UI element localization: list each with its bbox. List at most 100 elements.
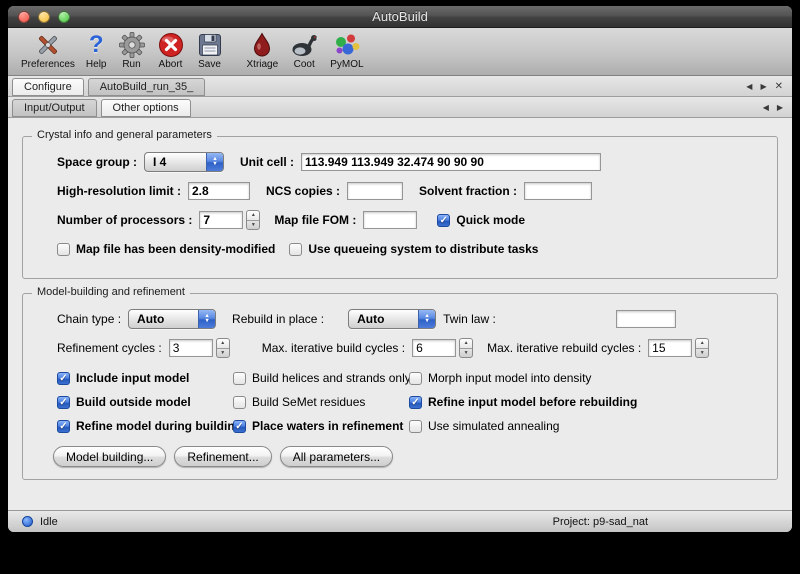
max-build-cycles-input[interactable] <box>412 339 456 357</box>
minimize-window-button[interactable] <box>38 11 50 23</box>
space-group-label: Space group : <box>57 155 137 169</box>
save-floppy-icon <box>196 30 224 60</box>
stepper-down-icon[interactable]: ▼ <box>217 349 229 358</box>
stepper-down-icon[interactable]: ▼ <box>460 349 472 358</box>
solvent-fraction-label: Solvent fraction : <box>419 184 517 198</box>
map-file-fom-label: Map file FOM : <box>274 213 356 227</box>
simulated-annealing-checkbox[interactable]: ✓ Use simulated annealing <box>409 419 763 433</box>
max-rebuild-cycles-stepper[interactable]: ▲ ▼ <box>695 338 709 358</box>
queueing-system-checkbox[interactable]: ✓ Use queueing system to distribute task… <box>289 242 538 256</box>
max-build-cycles-label: Max. iterative build cycles : <box>262 341 405 355</box>
processors-stepper[interactable]: ▲ ▼ <box>246 210 260 230</box>
refinement-button[interactable]: Refinement... <box>174 446 271 467</box>
all-parameters-button[interactable]: All parameters... <box>280 446 393 467</box>
density-modified-checkbox[interactable]: ✓ Map file has been density-modified <box>57 242 275 256</box>
checkbox-box: ✓ <box>409 396 422 409</box>
ncs-copies-label: NCS copies : <box>266 184 340 198</box>
place-waters-checkbox[interactable]: ✓ Place waters in refinement <box>233 419 409 433</box>
build-semet-residues-checkbox[interactable]: ✓ Build SeMet residues <box>233 395 409 409</box>
refine-during-building-checkbox[interactable]: ✓ Refine model during building <box>57 419 233 433</box>
close-window-button[interactable] <box>18 11 30 23</box>
morph-input-model-checkbox[interactable]: ✓ Morph input model into density <box>409 371 763 385</box>
tab-autobuild-run-35[interactable]: AutoBuild_run_35_ <box>88 78 206 96</box>
model-checkbox-grid: ✓ Include input model ✓ Build helices an… <box>57 371 763 433</box>
tab-other-options[interactable]: Other options <box>101 99 191 117</box>
checkbox-box: ✓ <box>233 420 246 433</box>
high-resolution-limit-input[interactable] <box>188 182 250 200</box>
popup-arrows-icon: ▲▼ <box>206 153 223 171</box>
queueing-system-label: Use queueing system to distribute tasks <box>308 242 538 256</box>
coot-button[interactable]: Coot <box>286 30 322 70</box>
build-outside-model-checkbox[interactable]: ✓ Build outside model <box>57 395 233 409</box>
checkbox-box: ✓ <box>57 372 70 385</box>
tab-input-output[interactable]: Input/Output <box>12 99 97 117</box>
model-building-groupbox: Model-building and refinement Chain type… <box>22 293 778 480</box>
stepper-up-icon[interactable]: ▲ <box>217 339 229 349</box>
run-button[interactable]: Run <box>115 30 149 70</box>
save-button[interactable]: Save <box>193 30 227 70</box>
space-group-select[interactable]: I 4 ▲▼ <box>144 152 224 172</box>
unit-cell-label: Unit cell : <box>240 155 294 169</box>
tab-configure[interactable]: Configure <box>12 78 84 96</box>
toolbar-label: Run <box>122 59 140 70</box>
rebuild-in-place-select[interactable]: Auto ▲▼ <box>348 309 436 329</box>
window-controls <box>18 11 70 23</box>
zoom-window-button[interactable] <box>58 11 70 23</box>
status-indicator-icon <box>22 516 33 527</box>
toolbar-label: PyMOL <box>330 59 363 70</box>
unit-cell-input[interactable] <box>301 153 601 171</box>
stepper-up-icon[interactable]: ▲ <box>696 339 708 349</box>
max-rebuild-cycles-input[interactable] <box>648 339 692 357</box>
tab-label: Input/Output <box>24 102 85 114</box>
tab-scroll-left-icon[interactable]: ◀ <box>746 82 752 91</box>
checkbox-box: ✓ <box>233 372 246 385</box>
max-build-cycles-stepper[interactable]: ▲ ▼ <box>459 338 473 358</box>
twin-law-input[interactable] <box>616 310 676 328</box>
model-building-button[interactable]: Model building... <box>53 446 166 467</box>
abort-button[interactable]: Abort <box>154 30 188 70</box>
map-file-fom-input[interactable] <box>363 211 417 229</box>
xtriage-button[interactable]: Xtriage <box>244 30 282 70</box>
tab-scroll-left-icon[interactable]: ◀ <box>763 103 769 112</box>
refine-input-model-checkbox[interactable]: ✓ Refine input model before rebuilding <box>409 395 763 409</box>
toolbar-label: Preferences <box>21 59 75 70</box>
pymol-button[interactable]: PyMOL <box>327 30 366 70</box>
main-tab-bar: Configure AutoBuild_run_35_ ◀ ▶ ✕ <box>8 76 792 97</box>
tab-scroll-right-icon[interactable]: ▶ <box>760 82 766 91</box>
refinement-cycles-input[interactable] <box>169 339 213 357</box>
stepper-up-icon[interactable]: ▲ <box>247 211 259 221</box>
toolbar-label: Help <box>86 59 107 70</box>
pymol-spheres-icon <box>333 30 361 60</box>
tab-scroll-right-icon[interactable]: ▶ <box>777 103 783 112</box>
checkbox-box: ✓ <box>57 396 70 409</box>
number-of-processors-label: Number of processors : <box>57 213 192 227</box>
refinement-cycles-stepper[interactable]: ▲ ▼ <box>216 338 230 358</box>
space-group-value: I 4 <box>153 155 166 169</box>
groupbox-title: Model-building and refinement <box>32 286 190 298</box>
preferences-icon <box>34 30 62 60</box>
ncs-copies-input[interactable] <box>347 182 403 200</box>
max-rebuild-cycles-label: Max. iterative rebuild cycles : <box>487 341 641 355</box>
chain-type-label: Chain type : <box>57 312 121 326</box>
preferences-button[interactable]: Preferences <box>18 30 78 70</box>
form-row: Refinement cycles : ▲ ▼ Max. iterative b… <box>57 338 763 358</box>
stepper-down-icon[interactable]: ▼ <box>247 221 259 230</box>
build-helices-strands-checkbox[interactable]: ✓ Build helices and strands only <box>233 371 409 385</box>
solvent-fraction-input[interactable] <box>524 182 592 200</box>
include-input-model-checkbox[interactable]: ✓ Include input model <box>57 371 233 385</box>
stepper-down-icon[interactable]: ▼ <box>696 349 708 358</box>
checkbox-box: ✓ <box>409 372 422 385</box>
tab-close-icon[interactable]: ✕ <box>775 81 783 92</box>
abort-icon <box>157 30 185 60</box>
stepper-up-icon[interactable]: ▲ <box>460 339 472 349</box>
chain-type-select[interactable]: Auto ▲▼ <box>128 309 216 329</box>
help-button[interactable]: ? Help <box>83 30 110 70</box>
form-row: Number of processors : ▲ ▼ Map file FOM … <box>57 210 763 230</box>
number-of-processors-input[interactable] <box>199 211 243 229</box>
title-bar[interactable]: AutoBuild <box>8 6 792 28</box>
toolbar: Preferences ? Help <box>8 28 792 76</box>
tab-label: Other options <box>113 102 179 114</box>
checkbox-box: ✓ <box>289 243 302 256</box>
status-text: Idle <box>40 516 58 528</box>
quick-mode-checkbox[interactable]: ✓ Quick mode <box>437 213 525 227</box>
